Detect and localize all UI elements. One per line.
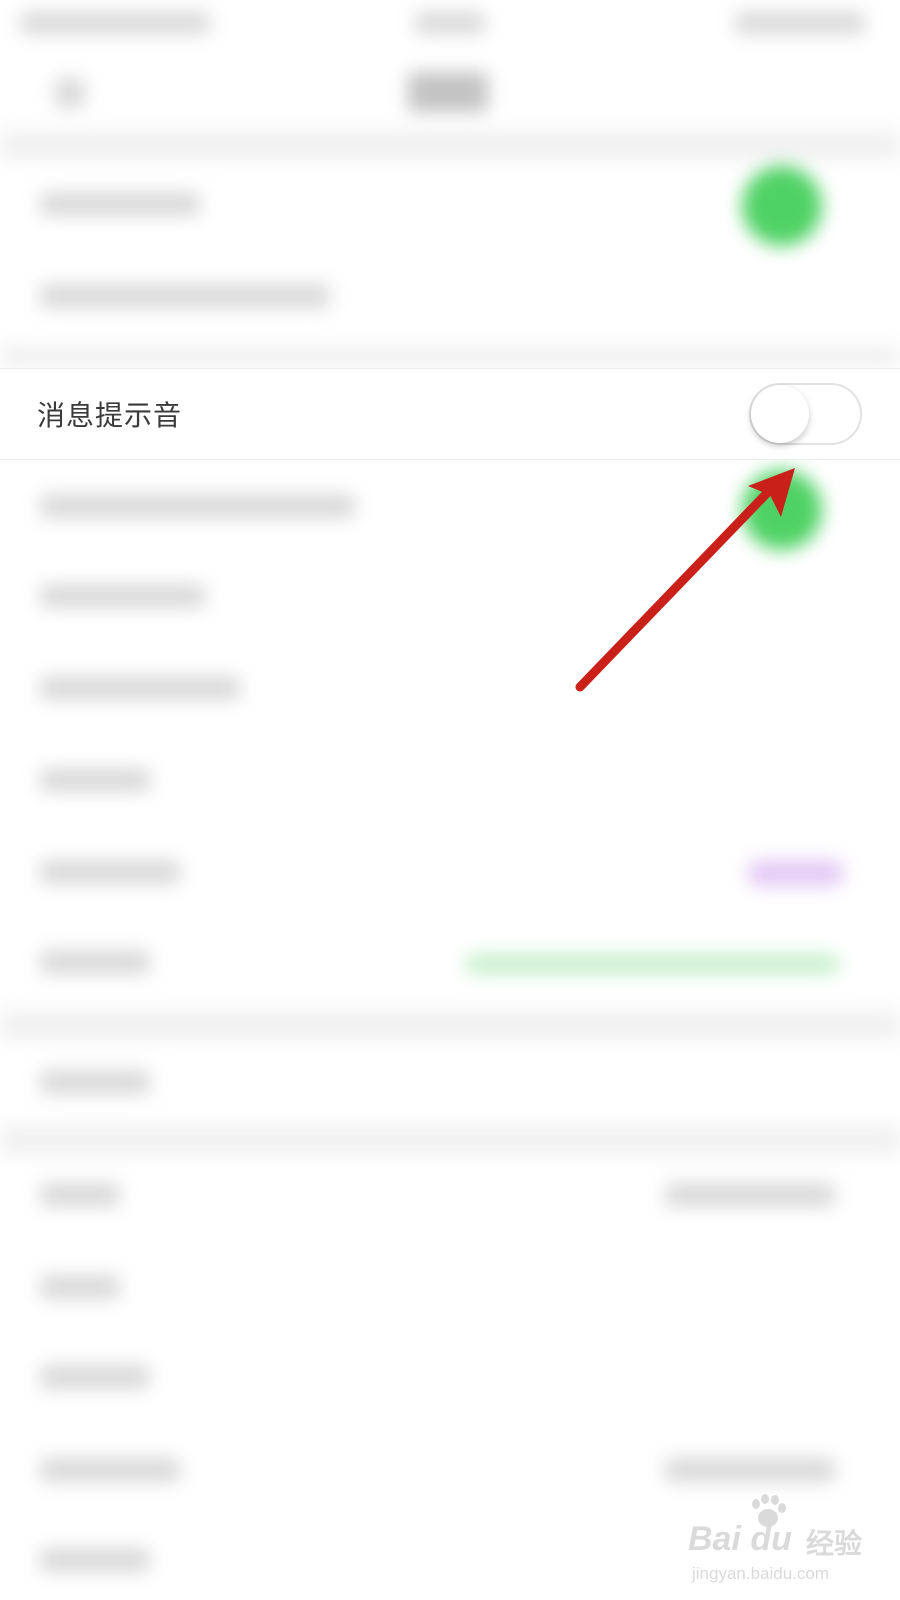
message-sound-label: 消息提示音	[37, 399, 183, 432]
message-sound-setting-row: 消息提示音	[0, 368, 900, 460]
toggle-knob[interactable]	[751, 385, 809, 443]
baidu-jingyan-watermark: Bai du 经验 jingyan.baidu.com	[688, 1494, 888, 1590]
watermark-url: jingyan.baidu.com	[692, 1564, 830, 1583]
blurred-settings-list	[0, 0, 900, 1600]
message-sound-toggle[interactable]	[749, 383, 862, 445]
watermark-logo-text: Bai du	[688, 1520, 792, 1558]
watermark-chinese-text: 经验	[806, 1527, 863, 1560]
